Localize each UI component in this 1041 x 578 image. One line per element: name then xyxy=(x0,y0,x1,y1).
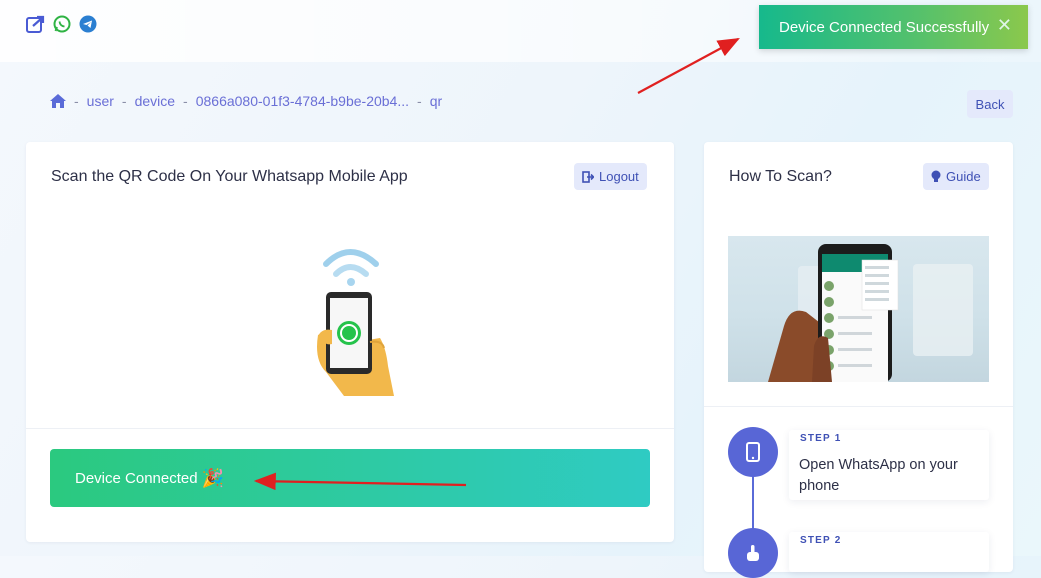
home-icon[interactable] xyxy=(50,94,66,108)
mobile-phone-icon xyxy=(746,442,760,462)
phone-illustration xyxy=(308,240,398,400)
close-icon[interactable]: ✕ xyxy=(997,15,1012,36)
share-icon[interactable] xyxy=(26,14,46,34)
back-button[interactable]: Back xyxy=(967,90,1013,118)
toast-message: Device Connected Successfully xyxy=(779,18,990,36)
status-text: Device Connected xyxy=(75,469,198,487)
qr-card-title: Scan the QR Code On Your Whatsapp Mobile… xyxy=(51,168,408,185)
card-divider xyxy=(704,406,1013,407)
breadcrumb-separator: - xyxy=(121,93,127,109)
whatsapp-icon[interactable] xyxy=(52,14,72,34)
card-divider xyxy=(26,428,674,429)
breadcrumb-qr: qr xyxy=(429,93,443,109)
guide-button[interactable]: Guide xyxy=(923,163,989,190)
logout-button[interactable]: Logout xyxy=(574,163,647,190)
breadcrumb-separator: - xyxy=(417,93,422,109)
lightbulb-icon xyxy=(931,170,941,183)
device-connected-status: Device Connected 🎉 xyxy=(50,449,650,507)
guide-label: Guide xyxy=(946,169,981,184)
breadcrumb-separator: - xyxy=(74,93,79,109)
qr-card: Scan the QR Code On Your Whatsapp Mobile… xyxy=(26,142,674,542)
guide-card-title: How To Scan? xyxy=(729,168,832,185)
breadcrumb-user[interactable]: user xyxy=(87,93,114,109)
hand-pointer-icon xyxy=(745,544,761,562)
telegram-icon[interactable] xyxy=(78,14,98,34)
breadcrumb-device-id[interactable]: 0866a080-01f3-4784-b9be-20b4... xyxy=(196,93,409,109)
top-icons xyxy=(26,14,98,34)
breadcrumb-device[interactable]: device xyxy=(135,93,175,109)
logout-icon xyxy=(582,170,594,183)
step-2-marker xyxy=(728,528,778,578)
breadcrumb: - user - device - 0866a080-01f3-4784-b9b… xyxy=(50,93,442,109)
party-popper-icon: 🎉 xyxy=(201,467,224,488)
step-1-text: Open WhatsApp on your phone xyxy=(799,457,958,494)
step-1-marker xyxy=(728,427,778,477)
whatsapp-guide-image xyxy=(728,236,989,382)
step-1-label: STEP 1 xyxy=(800,433,842,444)
step-2-label: STEP 2 xyxy=(800,535,842,546)
success-toast: Device Connected Successfully ✕ xyxy=(759,5,1028,49)
guide-card: How To Scan? Guide STEP 1 Open WhatsApp … xyxy=(704,142,1013,578)
breadcrumb-separator: - xyxy=(183,93,188,109)
logout-label: Logout xyxy=(599,169,639,184)
